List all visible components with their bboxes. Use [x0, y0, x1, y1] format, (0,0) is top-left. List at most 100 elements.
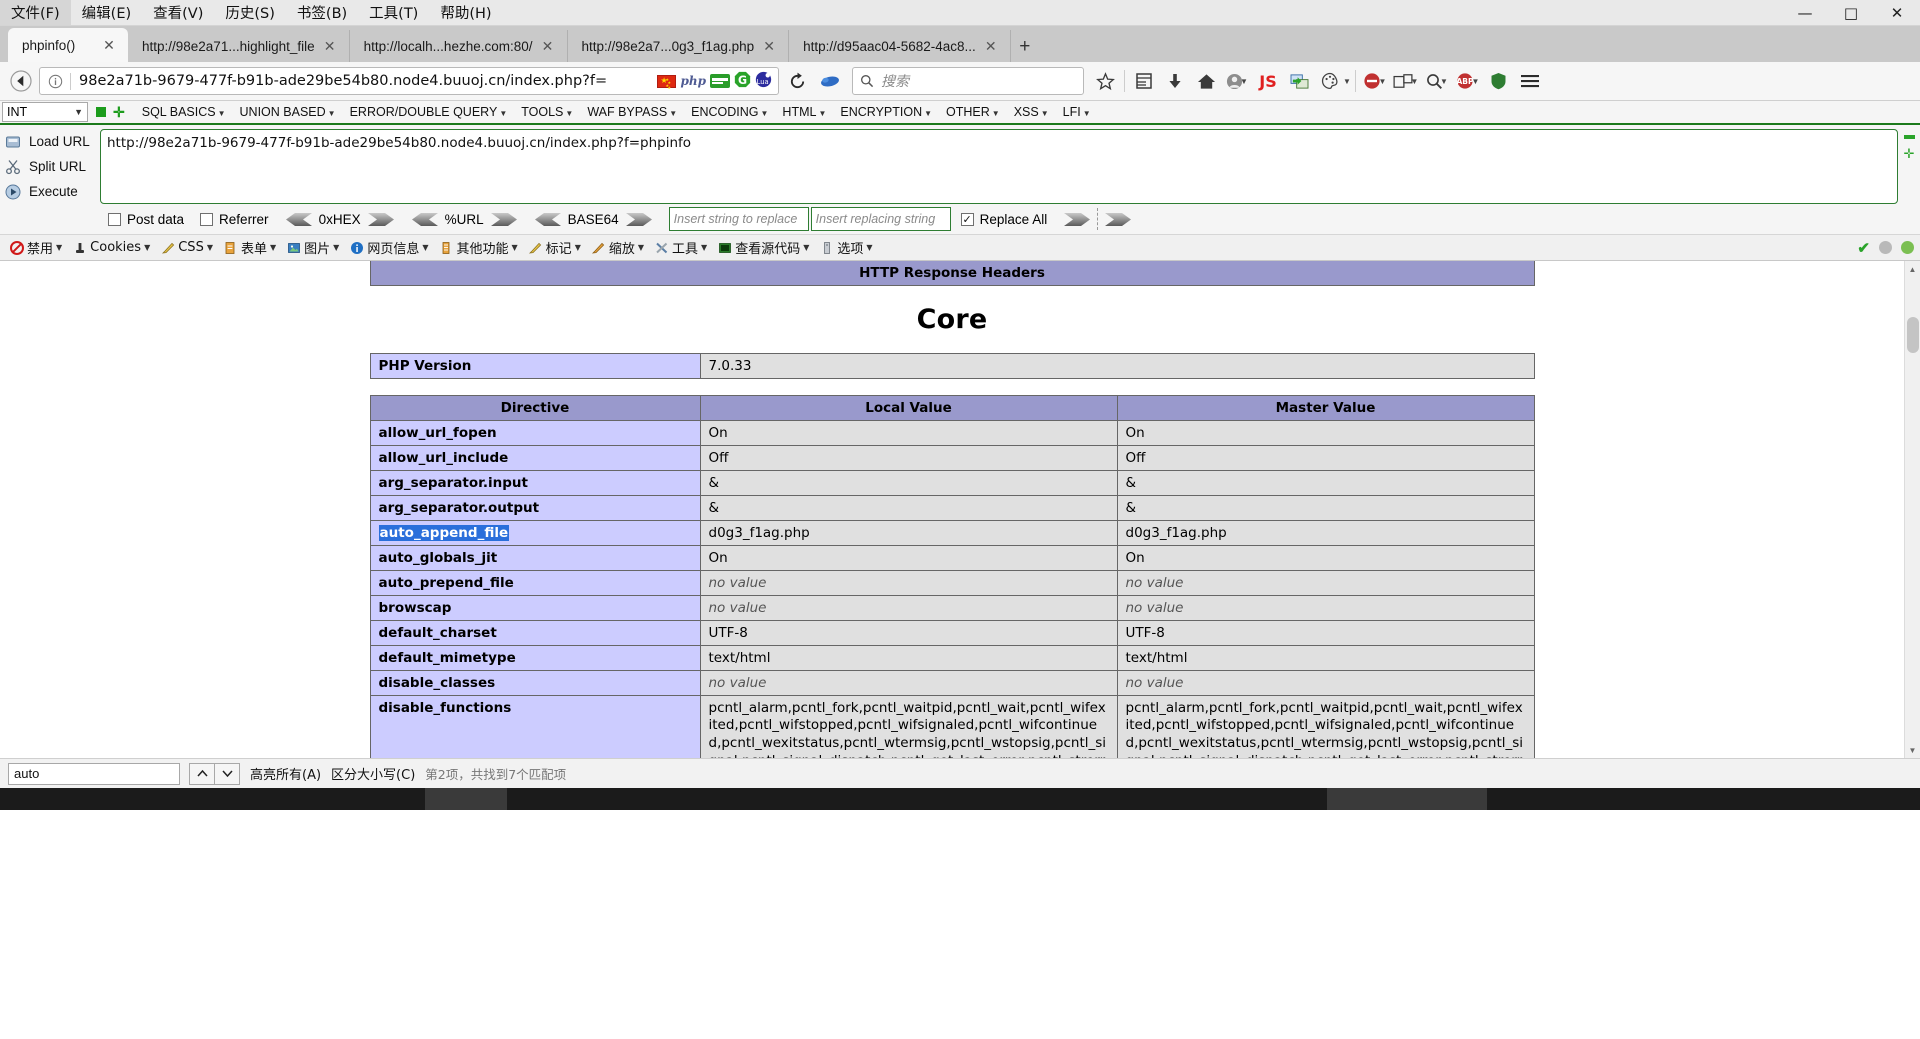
tab-localhost-hezhe[interactable]: http://localh...hezhe.com:80/ ✕ — [350, 30, 568, 62]
bookmark-star-icon[interactable] — [1090, 66, 1120, 96]
replace-to-input[interactable]: Insert replacing string — [810, 207, 951, 231]
menu-edit[interactable]: 编辑(E) — [71, 0, 142, 25]
hackbar-type-select[interactable]: INT ▼ — [2, 102, 88, 122]
maximize-button[interactable]: □ — [1828, 0, 1874, 26]
find-next-button[interactable] — [214, 762, 240, 785]
shield-icon[interactable] — [1484, 66, 1514, 96]
url-text[interactable]: 98e2a71b-9679-477f-b91b-ade29be54b80.nod… — [75, 73, 653, 89]
wdt-css[interactable]: CSS ▼ — [155, 240, 218, 255]
load-url-button[interactable]: Load URL — [4, 129, 100, 154]
green-circle-icon[interactable] — [1901, 241, 1914, 254]
close-icon[interactable]: ✕ — [982, 37, 1000, 55]
greenmark-icon[interactable] — [710, 74, 730, 88]
js-icon[interactable]: JS — [1253, 66, 1283, 96]
hackbar-url-textarea[interactable]: http://98e2a71b-9679-477f-b91b-ade29be54… — [100, 129, 1898, 204]
abp-icon[interactable]: ABP ▼ — [1453, 66, 1483, 96]
execute-button[interactable]: Execute — [4, 179, 100, 204]
close-icon[interactable]: ✕ — [539, 37, 557, 55]
encode-arrow-icon[interactable] — [490, 212, 518, 227]
wdt-view-source[interactable]: 查看源代码 ▼ — [712, 238, 814, 257]
post-data-checkbox[interactable]: Post data — [108, 212, 184, 227]
address-bar[interactable]: 98e2a71b-9679-477f-b91b-ade29be54b80.nod… — [39, 67, 779, 95]
vertical-scrollbar[interactable]: ▲ ▼ — [1904, 261, 1920, 758]
wdt-images[interactable]: 图片 ▼ — [281, 238, 344, 257]
hackbar-menu-xss[interactable]: XSS ▼ — [1007, 105, 1056, 119]
chevron-down-icon[interactable]: ▼ — [1240, 77, 1248, 86]
replace-from-input[interactable]: Insert string to replace — [668, 207, 809, 231]
add-icon[interactable]: ✛ — [1904, 147, 1915, 160]
wdt-misc[interactable]: 其他功能 ▼ — [434, 238, 523, 257]
account-avatar-icon[interactable]: ▼ — [1222, 66, 1252, 96]
container-tabs-icon[interactable]: ▼ — [1391, 66, 1421, 96]
lua-icon[interactable]: Lua — [755, 71, 772, 91]
wdt-outline[interactable]: 标记 ▼ — [523, 238, 586, 257]
taskbar-window-group[interactable] — [425, 788, 507, 810]
decode-arrow-icon[interactable] — [534, 212, 562, 227]
gray-circle-icon[interactable] — [1879, 241, 1892, 254]
reload-icon[interactable] — [782, 66, 812, 96]
hackbar-menu-sql-basics[interactable]: SQL BASICS ▼ — [135, 105, 233, 119]
library-icon[interactable] — [1129, 66, 1159, 96]
tab-highlight-file[interactable]: http://98e2a71...highlight_file ✕ — [128, 30, 350, 62]
encode-arrow-icon[interactable] — [625, 212, 653, 227]
find-input[interactable]: auto — [8, 762, 180, 785]
hackbar-menu-union-based[interactable]: UNION BASED ▼ — [233, 105, 343, 119]
downloads-icon[interactable] — [1160, 66, 1190, 96]
extra-apply-arrow-icon[interactable] — [1104, 212, 1132, 227]
split-url-button[interactable]: Split URL — [4, 154, 100, 179]
menu-history[interactable]: 历史(S) — [214, 0, 286, 25]
wdt-disable[interactable]: 禁用 ▼ — [4, 238, 67, 257]
hackbar-add-icon[interactable]: ✛ — [113, 104, 125, 121]
decode-arrow-icon[interactable] — [411, 212, 439, 227]
chevron-down-icon[interactable]: ▼ — [1410, 77, 1418, 86]
chevron-down-icon[interactable]: ▼ — [1378, 77, 1386, 86]
hackbar-menu-html[interactable]: HTML ▼ — [775, 105, 833, 119]
hackbar-menu-error-double-query[interactable]: ERROR/DOUBLE QUERY ▼ — [343, 105, 515, 119]
scroll-down-icon[interactable]: ▼ — [1905, 742, 1920, 758]
menu-bookmarks[interactable]: 书签(B) — [286, 0, 358, 25]
wdt-tools[interactable]: 工具 ▼ — [649, 238, 712, 257]
hackbar-menu-encoding[interactable]: ENCODING ▼ — [684, 105, 775, 119]
close-icon[interactable]: ✕ — [321, 37, 339, 55]
taskbar-window-group[interactable] — [1327, 788, 1487, 810]
replace-apply-arrow-icon[interactable] — [1063, 212, 1091, 227]
adblock-circle-icon[interactable]: ▼ — [1360, 66, 1390, 96]
close-icon[interactable]: ✕ — [100, 36, 118, 54]
info-circle-icon[interactable] — [44, 74, 66, 89]
new-tab-button[interactable]: + — [1011, 32, 1039, 62]
wdt-resize[interactable]: 缩放 ▼ — [586, 238, 649, 257]
match-case-button[interactable]: 区分大小写(C) — [331, 764, 415, 783]
scrollbar-thumb[interactable] — [1907, 317, 1919, 353]
zoom-search-icon[interactable]: ▼ — [1422, 66, 1452, 96]
minimize-button[interactable]: — — [1782, 0, 1828, 26]
chevron-down-icon[interactable]: ▼ — [1471, 77, 1479, 86]
find-previous-button[interactable] — [189, 762, 215, 785]
collapse-icon[interactable] — [1903, 135, 1915, 139]
menu-file[interactable]: 文件(F) — [0, 0, 71, 25]
tab-phpinfo[interactable]: phpinfo() ✕ — [8, 28, 128, 62]
tab-d95aac04[interactable]: http://d95aac04-5682-4ac8... ✕ — [789, 30, 1011, 62]
hackbar-menu-encryption[interactable]: ENCRYPTION ▼ — [833, 105, 939, 119]
highlight-all-button[interactable]: 高亮所有(A) — [250, 764, 321, 783]
menu-help[interactable]: 帮助(H) — [429, 0, 502, 25]
search-bar[interactable]: 搜索 — [852, 67, 1084, 95]
hackbar-menu-tools[interactable]: TOOLS ▼ — [514, 105, 580, 119]
wdt-information[interactable]: 网页信息 ▼ — [344, 238, 433, 257]
check-icon[interactable]: ✔ — [1857, 239, 1870, 257]
wdt-cookies[interactable]: Cookies ▼ — [67, 240, 155, 255]
hackbar-menu-lfi[interactable]: LFI ▼ — [1056, 105, 1098, 119]
hackbar-square-icon[interactable] — [96, 107, 106, 117]
flag-cn-icon[interactable]: ★ ★ ★ ★ ★ — [657, 74, 677, 90]
chevron-down-icon[interactable]: ▼ — [1440, 77, 1448, 86]
back-arrow-icon[interactable] — [6, 66, 36, 96]
php-icon[interactable]: php — [680, 74, 706, 88]
menu-tools[interactable]: 工具(T) — [358, 0, 429, 25]
close-button[interactable]: ✕ — [1874, 0, 1920, 26]
referrer-checkbox[interactable]: Referrer — [200, 212, 269, 227]
decode-arrow-icon[interactable] — [285, 212, 313, 227]
screenshot-icon[interactable] — [1284, 66, 1314, 96]
replace-all-checkbox[interactable]: ✓ Replace All — [960, 212, 1047, 227]
firefox-sync-icon[interactable] — [815, 66, 845, 96]
hackbar-menu-waf-bypass[interactable]: WAF BYPASS ▼ — [580, 105, 684, 119]
hackbar-menu-other[interactable]: OTHER ▼ — [939, 105, 1007, 119]
